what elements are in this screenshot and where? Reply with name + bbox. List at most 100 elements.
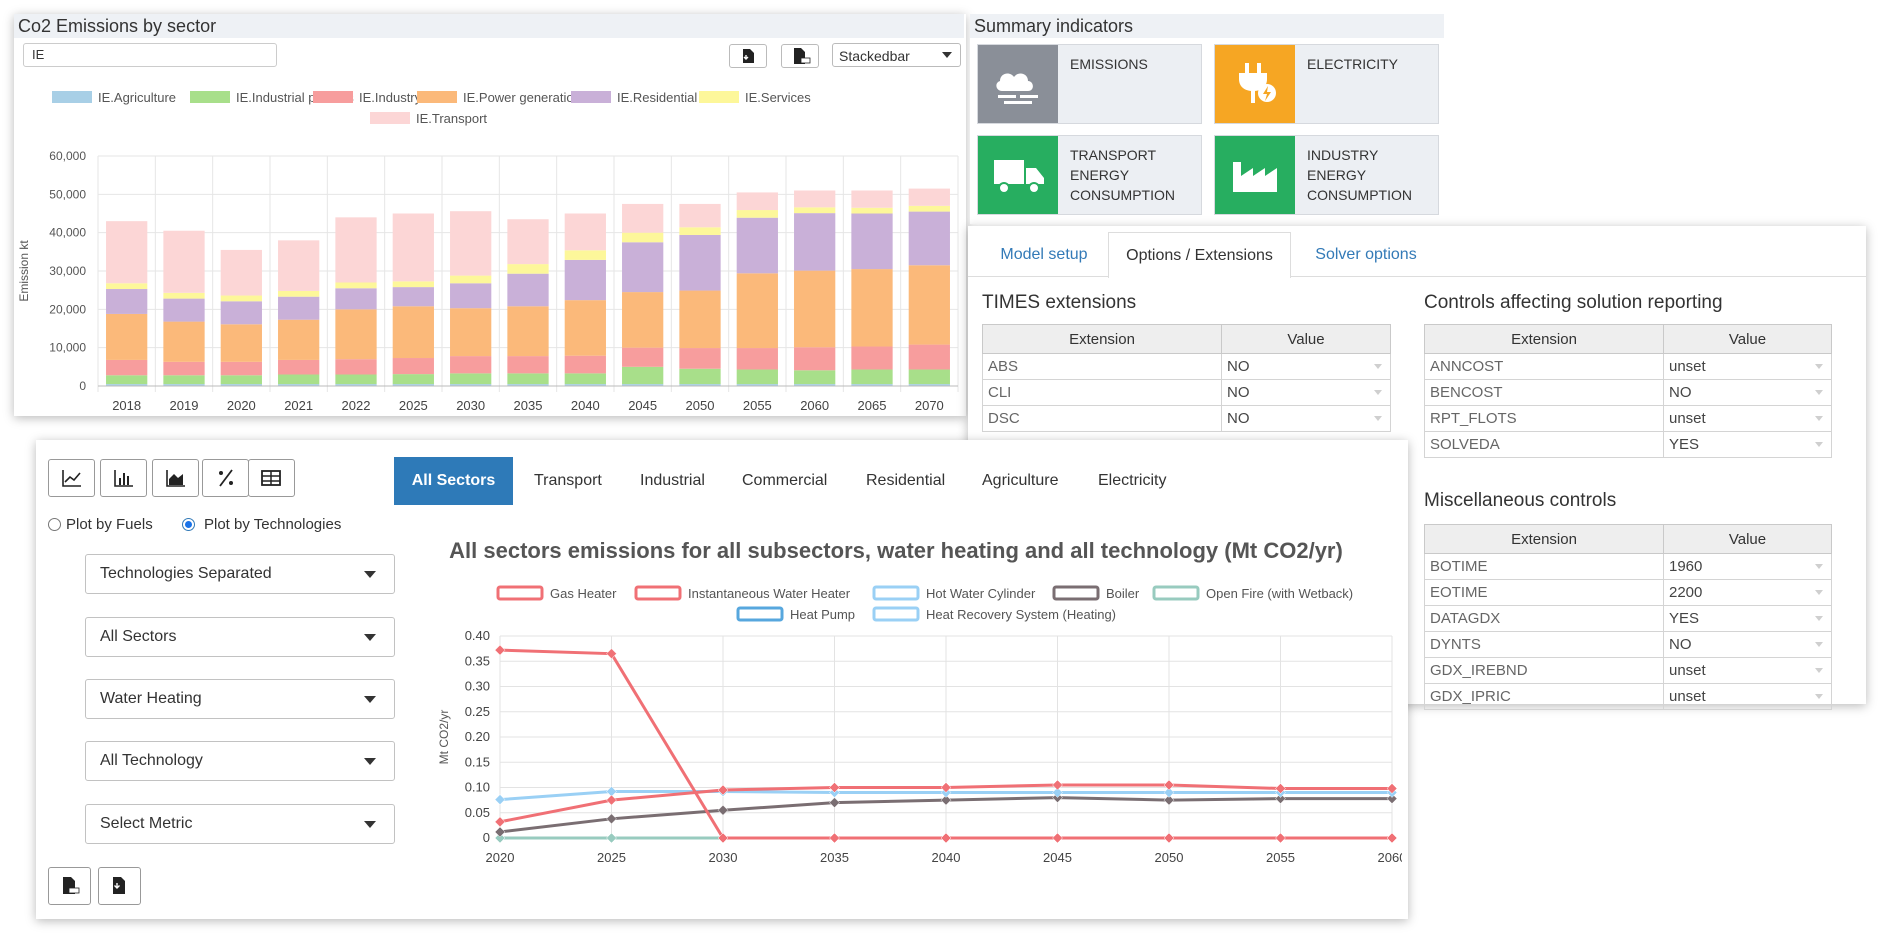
data-point	[494, 816, 506, 828]
area-chart-button[interactable]	[152, 459, 199, 497]
misc-value-text: YES	[1669, 610, 1700, 627]
tab-industrial[interactable]: Industrial	[640, 457, 705, 505]
x-tick-label: 2030	[709, 850, 738, 865]
y-tick-label: 0.25	[465, 704, 490, 719]
percent-chart-button[interactable]	[202, 459, 249, 497]
misc-controls-table: Extension Value BOTIME 1960 EOTIME 2200 DATA…	[1424, 524, 1832, 710]
legend-label: IE.Agriculture	[98, 90, 176, 105]
tab-transport[interactable]: Transport	[534, 457, 602, 505]
bar-segment	[794, 347, 836, 371]
misc-value-select[interactable]: YES	[1663, 605, 1832, 632]
bar-segment	[106, 283, 148, 290]
bar-chart-icon	[114, 470, 133, 487]
tile-industry-label: INDUSTRY ENERGY CONSUMPTION	[1307, 147, 1412, 203]
table-view-button[interactable]	[248, 459, 295, 497]
end-use-dropdown[interactable]: Water Heating	[85, 679, 395, 719]
data-point	[940, 832, 952, 844]
chevron-down-icon	[1815, 442, 1823, 447]
reporting-extension-cell: BENCOST	[1424, 379, 1664, 406]
tile-transport-label: TRANSPORT ENERGY CONSUMPTION	[1070, 147, 1175, 203]
download-csv-button[interactable]	[781, 44, 819, 68]
bar-segment	[851, 269, 893, 347]
chart-type-select[interactable]: Stackedbar	[832, 43, 961, 67]
chevron-down-icon	[1815, 590, 1823, 595]
misc-value-text: 1960	[1669, 558, 1703, 575]
times-value-select[interactable]: NO	[1221, 405, 1391, 432]
water-heating-line-chart: All sectors emissions for all subsectors…	[437, 538, 1402, 865]
tab-agriculture[interactable]: Agriculture	[982, 457, 1058, 505]
misc-value-select[interactable]: unset	[1663, 683, 1832, 710]
bar-chart-button[interactable]	[100, 459, 147, 497]
tab-options-extensions[interactable]: Options / Extensions	[1108, 232, 1291, 278]
misc-value-select[interactable]: 2200	[1663, 579, 1832, 606]
times-value-select[interactable]: NO	[1221, 353, 1391, 380]
technology-dropdown[interactable]: All Technology	[85, 741, 395, 781]
region-input[interactable]: IE	[23, 43, 277, 67]
tile-transport-energy[interactable]: TRANSPORT ENERGY CONSUMPTION	[977, 135, 1202, 215]
tile-emissions[interactable]: EMISSIONS	[977, 44, 1202, 124]
misc-row: DATAGDX YES	[1424, 605, 1832, 632]
legend-label: IE.Industry	[359, 90, 422, 105]
misc-value-select[interactable]: unset	[1663, 657, 1832, 684]
misc-value-select[interactable]: NO	[1663, 631, 1832, 658]
times-extensions-title: TIMES extensions	[982, 292, 1137, 313]
reporting-value-select[interactable]: NO	[1663, 379, 1832, 406]
metric-dropdown[interactable]: Select Metric	[85, 804, 395, 844]
chevron-down-icon	[1815, 564, 1823, 569]
times-value-select[interactable]: NO	[1221, 379, 1391, 406]
export-csv-button[interactable]	[48, 867, 91, 905]
reporting-value-select[interactable]: unset	[1663, 405, 1832, 432]
legend-swatch	[1152, 585, 1200, 601]
misc-value-select[interactable]: 1960	[1663, 553, 1832, 580]
download-file-icon	[743, 49, 754, 63]
line-chart-button[interactable]	[48, 459, 95, 497]
bar-segment	[679, 368, 721, 385]
x-tick-label: 2060	[1378, 850, 1402, 865]
x-tick-label: 2021	[284, 398, 313, 413]
chevron-down-icon	[1815, 416, 1823, 421]
bar-segment	[163, 361, 205, 376]
tab-electricity[interactable]: Electricity	[1098, 457, 1166, 505]
chevron-down-icon	[1815, 616, 1823, 621]
reporting-value-select[interactable]: YES	[1663, 431, 1832, 458]
legend-label: Heat Pump	[790, 607, 855, 622]
technology-grouping-dropdown[interactable]: Technologies Separated	[85, 554, 395, 594]
misc-value-text: unset	[1669, 662, 1706, 679]
data-point	[1052, 832, 1063, 844]
tab-residential[interactable]: Residential	[866, 457, 945, 505]
bar-segment	[794, 190, 836, 208]
times-extension-cell: ABS	[982, 353, 1222, 380]
tile-electricity[interactable]: ELECTRICITY	[1214, 44, 1439, 124]
export-image-button[interactable]	[98, 867, 141, 905]
plot-by-fuels-radio[interactable]	[48, 518, 61, 531]
tab-solver-options[interactable]: Solver options	[1304, 232, 1428, 278]
misc-extension-cell: EOTIME	[1424, 579, 1664, 606]
tab-all-sectors[interactable]: All Sectors	[394, 457, 513, 505]
co2-panel-title: Co2 Emissions by sector	[14, 14, 964, 38]
bar-segment	[564, 250, 606, 260]
misc-col-extension: Extension	[1424, 524, 1664, 554]
y-tick-label: 10,000	[49, 341, 86, 355]
tab-commercial[interactable]: Commercial	[742, 457, 827, 505]
reporting-col-extension: Extension	[1424, 324, 1664, 354]
technology-value: All Technology	[100, 752, 203, 769]
tile-industry-energy[interactable]: INDUSTRY ENERGY CONSUMPTION	[1214, 135, 1439, 215]
reporting-value-select[interactable]: unset	[1663, 353, 1832, 380]
bar-segment	[679, 203, 721, 228]
x-tick-label: 2020	[486, 850, 515, 865]
bar-segment	[163, 230, 205, 293]
tab-model-setup[interactable]: Model setup	[982, 232, 1106, 278]
legend-label: Heat Recovery System (Heating)	[926, 607, 1116, 622]
data-point	[717, 784, 729, 796]
plot-by-technologies-radio[interactable]	[182, 518, 195, 531]
times-row: DSC NO	[982, 405, 1391, 432]
x-tick-label: 2022	[342, 398, 371, 413]
legend-swatch	[496, 585, 544, 601]
reporting-row: SOLVEDA YES	[1424, 431, 1832, 458]
y-tick-label: 30,000	[49, 264, 86, 278]
sector-dropdown[interactable]: All Sectors	[85, 617, 395, 657]
download-image-button[interactable]	[729, 44, 767, 68]
reporting-value-text: unset	[1669, 410, 1706, 427]
bar-segment	[679, 234, 721, 291]
bar-segment	[450, 308, 492, 357]
